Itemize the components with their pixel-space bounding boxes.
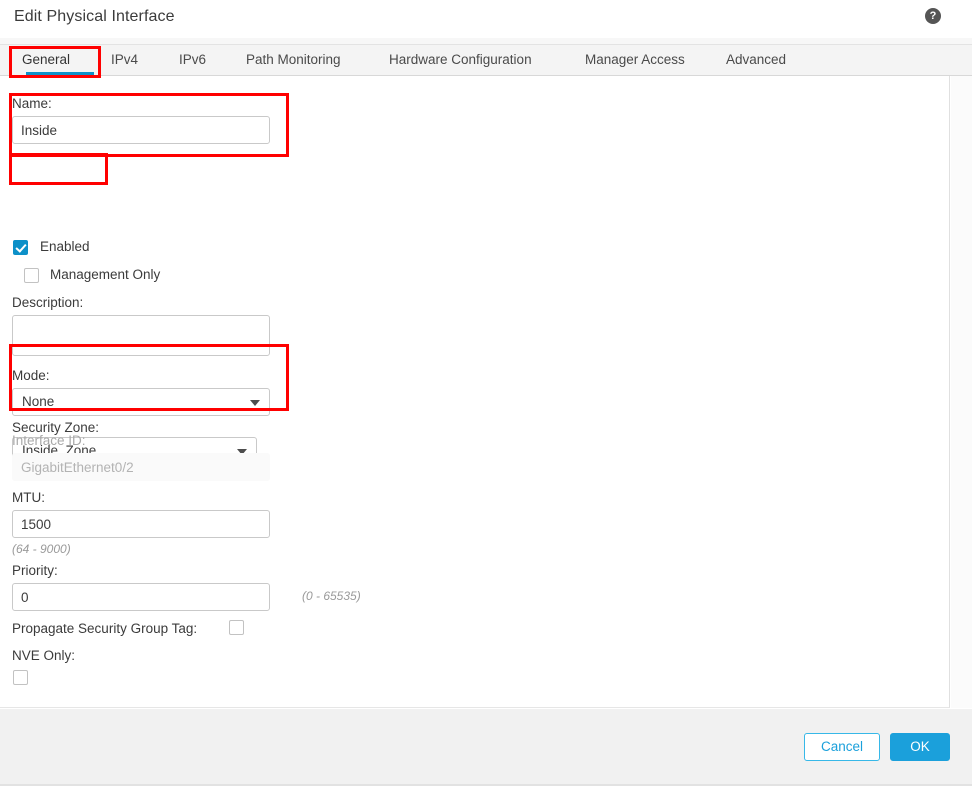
tab-general[interactable]: General xyxy=(22,45,98,76)
propagate-sgt-checkbox[interactable] xyxy=(229,620,244,635)
name-input[interactable] xyxy=(12,116,270,144)
name-label: Name: xyxy=(12,96,52,111)
interface-id-label: Interface ID: xyxy=(12,433,86,448)
page-title: Edit Physical Interface xyxy=(14,8,175,25)
mode-select-value: None xyxy=(22,394,55,409)
edit-physical-interface-dialog: Edit Physical Interface ? General IPv4 I… xyxy=(0,0,972,786)
description-textarea[interactable] xyxy=(12,315,270,356)
dialog-footer: Cancel OK xyxy=(0,719,972,786)
mode-select[interactable]: None xyxy=(12,388,270,416)
title-separator xyxy=(0,38,972,45)
priority-label: Priority: xyxy=(12,563,58,578)
nve-only-label: NVE Only: xyxy=(12,648,76,663)
ok-button[interactable]: OK xyxy=(890,733,950,761)
priority-range-hint: (0 - 65535) xyxy=(302,589,361,603)
chevron-down-icon xyxy=(250,400,260,406)
general-tab-panel: Name: Enabled Management Only Descriptio… xyxy=(0,76,950,708)
priority-input[interactable] xyxy=(12,583,270,611)
help-circle-icon[interactable]: ? xyxy=(925,8,941,24)
content-right-gap xyxy=(951,76,972,708)
tab-general-label: General xyxy=(22,52,71,67)
tab-advanced[interactable]: Advanced xyxy=(726,45,786,76)
dialog-titlebar: Edit Physical Interface ? xyxy=(0,0,972,38)
mtu-input[interactable] xyxy=(12,510,270,538)
enabled-checkbox[interactable] xyxy=(13,240,28,255)
horizontal-scrollbar-track[interactable] xyxy=(0,709,972,719)
tab-bar: General IPv4 IPv6 Path Monitoring Hardwa… xyxy=(0,45,972,76)
propagate-sgt-label: Propagate Security Group Tag: xyxy=(12,621,198,636)
interface-id-input xyxy=(12,453,270,481)
tab-ipv6[interactable]: IPv6 xyxy=(179,45,206,76)
nve-only-checkbox[interactable] xyxy=(13,670,28,685)
description-label: Description: xyxy=(12,295,84,310)
mode-label: Mode: xyxy=(12,368,50,383)
cancel-button[interactable]: Cancel xyxy=(804,733,880,761)
management-only-label: Management Only xyxy=(50,267,161,282)
tab-manager-access[interactable]: Manager Access xyxy=(585,45,685,76)
enabled-label: Enabled xyxy=(40,239,90,254)
tab-ipv4[interactable]: IPv4 xyxy=(111,45,138,76)
mtu-range-hint: (64 - 9000) xyxy=(12,542,71,556)
tab-hardware-configuration[interactable]: Hardware Configuration xyxy=(389,45,532,76)
management-only-checkbox[interactable] xyxy=(24,268,39,283)
mtu-label: MTU: xyxy=(12,490,45,505)
tab-path-monitoring[interactable]: Path Monitoring xyxy=(246,45,341,76)
